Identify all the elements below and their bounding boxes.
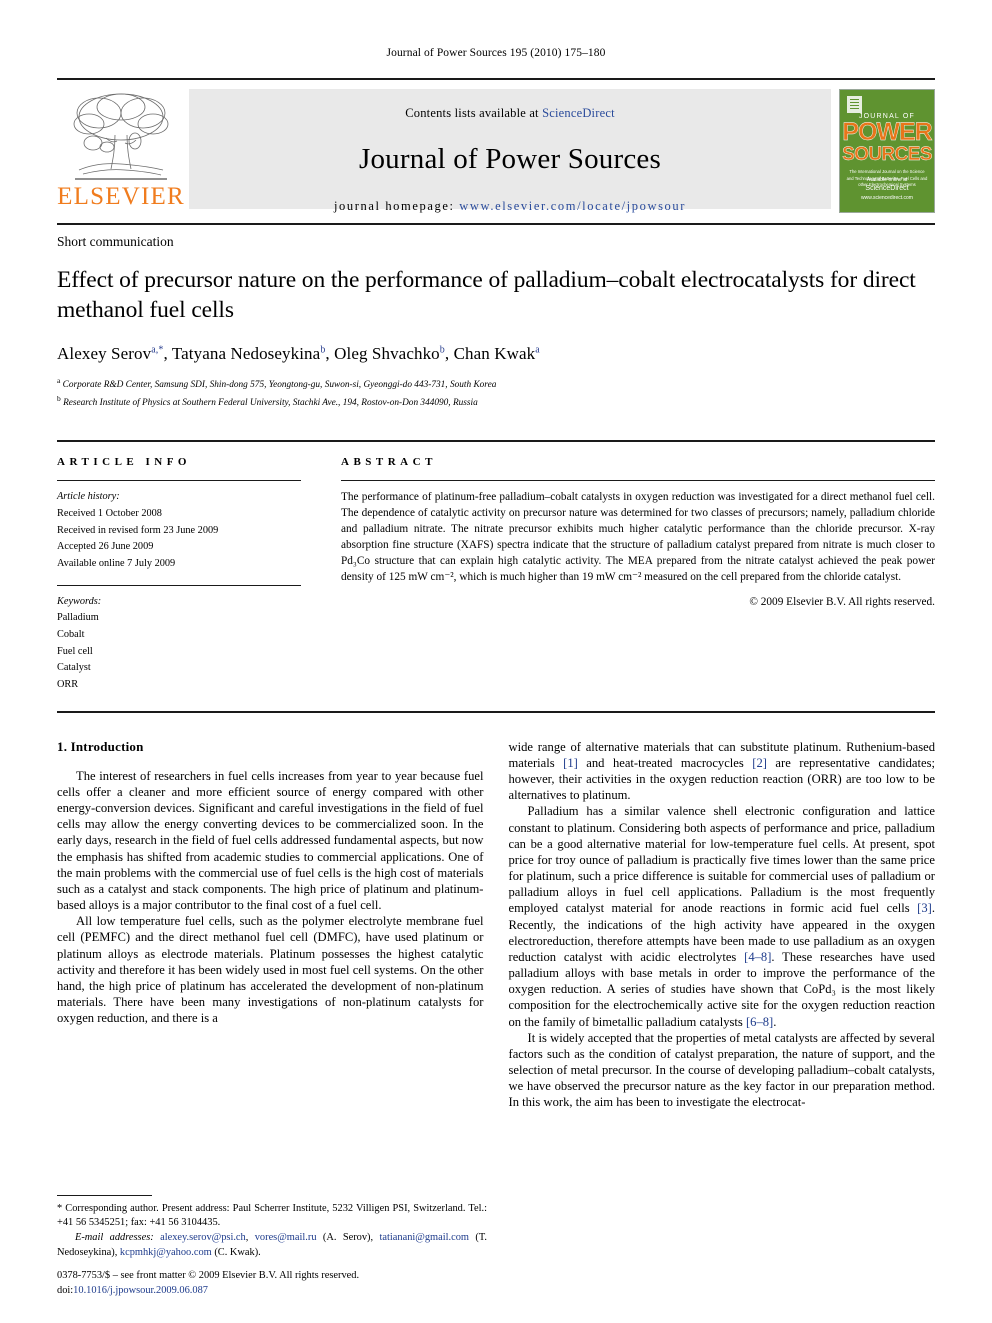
keyword-item: Palladium [57,612,99,624]
journal-title: Journal of Power Sources [359,143,661,175]
body-column-right: wide range of alternative materials that… [509,739,936,1279]
footnote-rule [57,1194,152,1196]
affiliation-b-text: Research Institute of Physics at Souther… [63,398,478,409]
page-title: Effect of precursor nature on the perfor… [57,267,916,323]
abstract-text: The performance of platinum-free palladi… [341,491,935,584]
journal-masthead: ELSEVIER Contents lists available at Sci… [57,78,935,215]
history-item: Received 1 October 2008 [57,507,162,519]
abstract-copyright: © 2009 Elsevier B.V. All rights reserved… [749,596,935,609]
paragraph: The interest of researchers in fuel cell… [57,768,484,913]
keywords-list: Keywords: Palladium Cobalt Fuel cell Cat… [57,594,301,694]
cover-sources-word: SOURCES [842,144,933,165]
paragraph: wide range of alternative materials that… [509,739,936,804]
history-item: Available online 7 July 2009 [57,557,176,569]
paragraph: It is widely accepted that the propertie… [509,1030,936,1111]
email-label: E-mail addresses: [75,1232,154,1244]
paragraph: Palladium has a similar valence shell el… [509,803,936,1029]
journal-homepage-line: journal homepage: www.elsevier.com/locat… [189,199,831,214]
abstract-rule [341,480,935,482]
homepage-prefix: journal homepage: [333,199,460,213]
elsevier-logo: ELSEVIER [57,89,185,209]
article-info-heading: ARTICLE INFO [57,456,191,469]
email-separator: (A. Serov), [316,1232,380,1244]
contents-available-line: Contents lists available at ScienceDirec… [189,89,831,121]
citation-link[interactable]: [2] [752,756,767,770]
paper-page: Journal of Power Sources 195 (2010) 175–… [0,0,992,1323]
citation-link[interactable]: [4–8] [744,950,771,964]
abstract-heading: ABSTRACT [341,456,437,469]
article-info-rule [57,480,301,482]
paragraph-text: and heat-treated macrocycles [577,755,753,770]
footnote-area: * Corresponding author. Present address:… [57,1194,487,1260]
citation-link[interactable]: [3] [917,901,932,915]
keyword-item: Catalyst [57,662,91,674]
elsevier-tree-icon [73,93,169,180]
paragraph-text: . [773,1014,777,1029]
masthead-bottom-rule [57,223,935,225]
cover-sciencedirect: Available online at ScienceDirect www.sc… [840,177,934,203]
keyword-item: ORR [57,679,79,690]
running-head: Journal of Power Sources 195 (2010) 175–… [386,47,606,59]
email-link[interactable]: tatianani@gmail.com [380,1232,470,1243]
affiliation-b: b Research Institute of Physics at South… [57,394,478,409]
doi-link[interactable]: 10.1016/j.jpowsour.2009.06.087 [73,1285,208,1296]
journal-cover-thumbnail: JOURNAL OF POWER SOURCES The Internation… [839,89,935,213]
email-separator: (C. Kwak). [211,1246,261,1258]
masthead-banner: Contents lists available at ScienceDirec… [189,89,831,213]
cover-barcode-icon [847,96,862,113]
paragraph: All low temperature fuel cells, such as … [57,914,484,1026]
contents-prefix: Contents lists available at [405,106,543,120]
article-info-column: ARTICLE INFO Article history: Received 1… [57,456,301,693]
imprint-block: 0378-7753/$ – see front matter © 2009 El… [57,1269,527,1299]
article-history: Article history: Received 1 October 2008… [57,489,301,572]
cover-sd-url: www.sciencedirect.com [861,194,913,201]
sciencedirect-link[interactable]: ScienceDirect [542,106,615,120]
affiliations: a Corporate R&D Center, Samsung SDI, Shi… [57,375,935,411]
cover-power-word: POWER [842,118,933,146]
paragraph-text: It is widely accepted that the propertie… [508,1030,936,1110]
document-type: Short communication [57,234,174,249]
cover-sd-wordmark: ScienceDirect [865,185,909,192]
email-separator: , [245,1232,255,1244]
email-link[interactable]: alexey.serov@psi.ch [160,1232,246,1243]
history-item: Received in revised form 23 June 2009 [57,524,219,536]
email-link[interactable]: vores@mail.ru [255,1232,317,1243]
doi-line: doi:10.1016/j.jpowsour.2009.06.087 [57,1284,527,1299]
section-heading-introduction: 1. Introduction [57,738,144,754]
keyword-item: Fuel cell [57,645,93,657]
cover-sd-available: Available online at [866,176,908,183]
email-link[interactable]: kcpmhkj@yahoo.com [120,1247,212,1258]
article-history-label: Article history: [57,491,120,503]
history-item: Accepted 26 June 2009 [57,541,154,553]
paragraph-text: Palladium has a similar valence shell el… [508,804,936,916]
author-list: Alexey Serova,*, Tatyana Nedoseykinab, O… [57,344,540,364]
email-addresses-note: E-mail addresses: alexey.serov@psi.ch, v… [57,1231,487,1260]
corresponding-author-note: * Corresponding author. Present address:… [57,1202,487,1228]
elsevier-wordmark: ELSEVIER [57,183,185,210]
doi-label: doi: [57,1285,74,1297]
citation-link[interactable]: [1] [563,756,578,770]
journal-homepage-link[interactable]: www.elsevier.com/locate/jpowsour [459,199,686,213]
keyword-item: Cobalt [57,628,85,640]
info-abstract-block: ARTICLE INFO Article history: Received 1… [57,440,935,693]
abstract-column: ABSTRACT The performance of platinum-fre… [341,456,935,693]
keywords-label: Keywords: [57,595,102,607]
keywords-rule [57,584,301,586]
affiliation-a: a Corporate R&D Center, Samsung SDI, Shi… [57,376,497,391]
affiliation-a-text: Corporate R&D Center, Samsung SDI, Shin-… [62,380,497,391]
citation-link[interactable]: [6–8] [746,1015,773,1029]
body-top-rule [57,710,935,713]
issn-copyright-line: 0378-7753/$ – see front matter © 2009 El… [57,1270,360,1282]
